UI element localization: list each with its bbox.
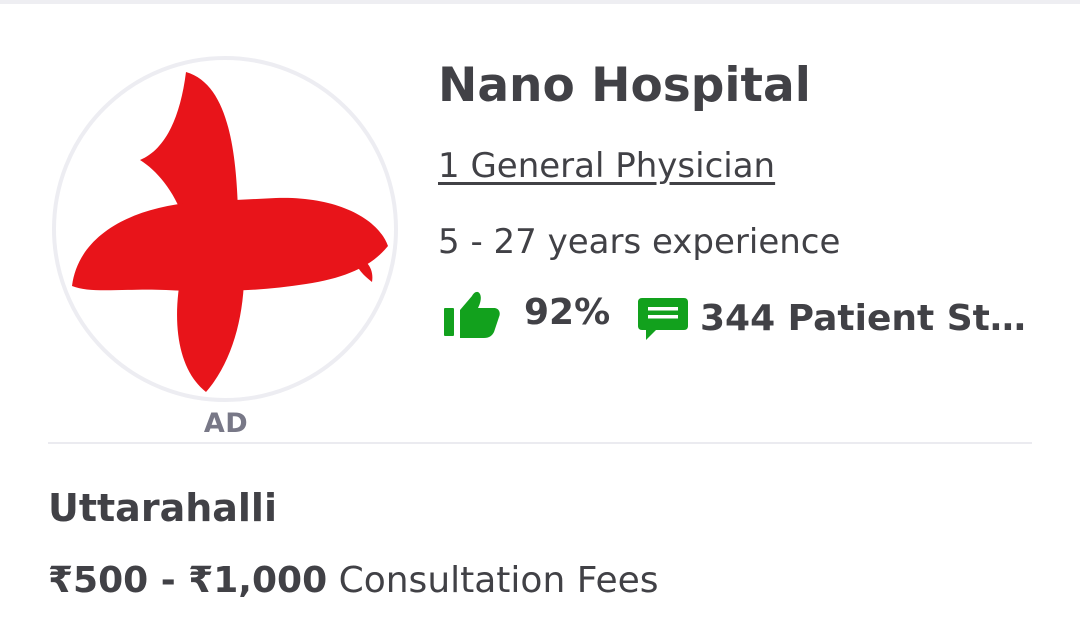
chat-bubble-icon [638, 298, 688, 340]
consultation-fees: ₹500 - ₹1,000 Consultation Fees [48, 560, 659, 601]
clinic-name[interactable]: Nano Hospital [438, 58, 811, 113]
divider [48, 442, 1032, 444]
clinic-logo[interactable] [52, 56, 398, 402]
red-cross-logo-icon [72, 72, 388, 392]
patient-stories-link[interactable]: 344 Patient Stories [700, 298, 1032, 339]
specialty-link[interactable]: 1 General Physician [438, 146, 775, 186]
ad-badge: AD [203, 408, 249, 439]
fees-label: Consultation Fees [338, 560, 659, 601]
experience-text: 5 - 27 years experience [438, 222, 841, 262]
recommendation-percent: 92% [524, 292, 611, 333]
thumbs-up-icon [444, 291, 500, 338]
fees-amount: ₹500 - ₹1,000 [48, 560, 328, 601]
stats-row: 92% 344 Patient Stories [442, 288, 1042, 348]
clinic-card[interactable]: AD Nano Hospital 1 General Physician 5 -… [0, 0, 1080, 632]
locality-name: Uttarahalli [48, 486, 277, 530]
